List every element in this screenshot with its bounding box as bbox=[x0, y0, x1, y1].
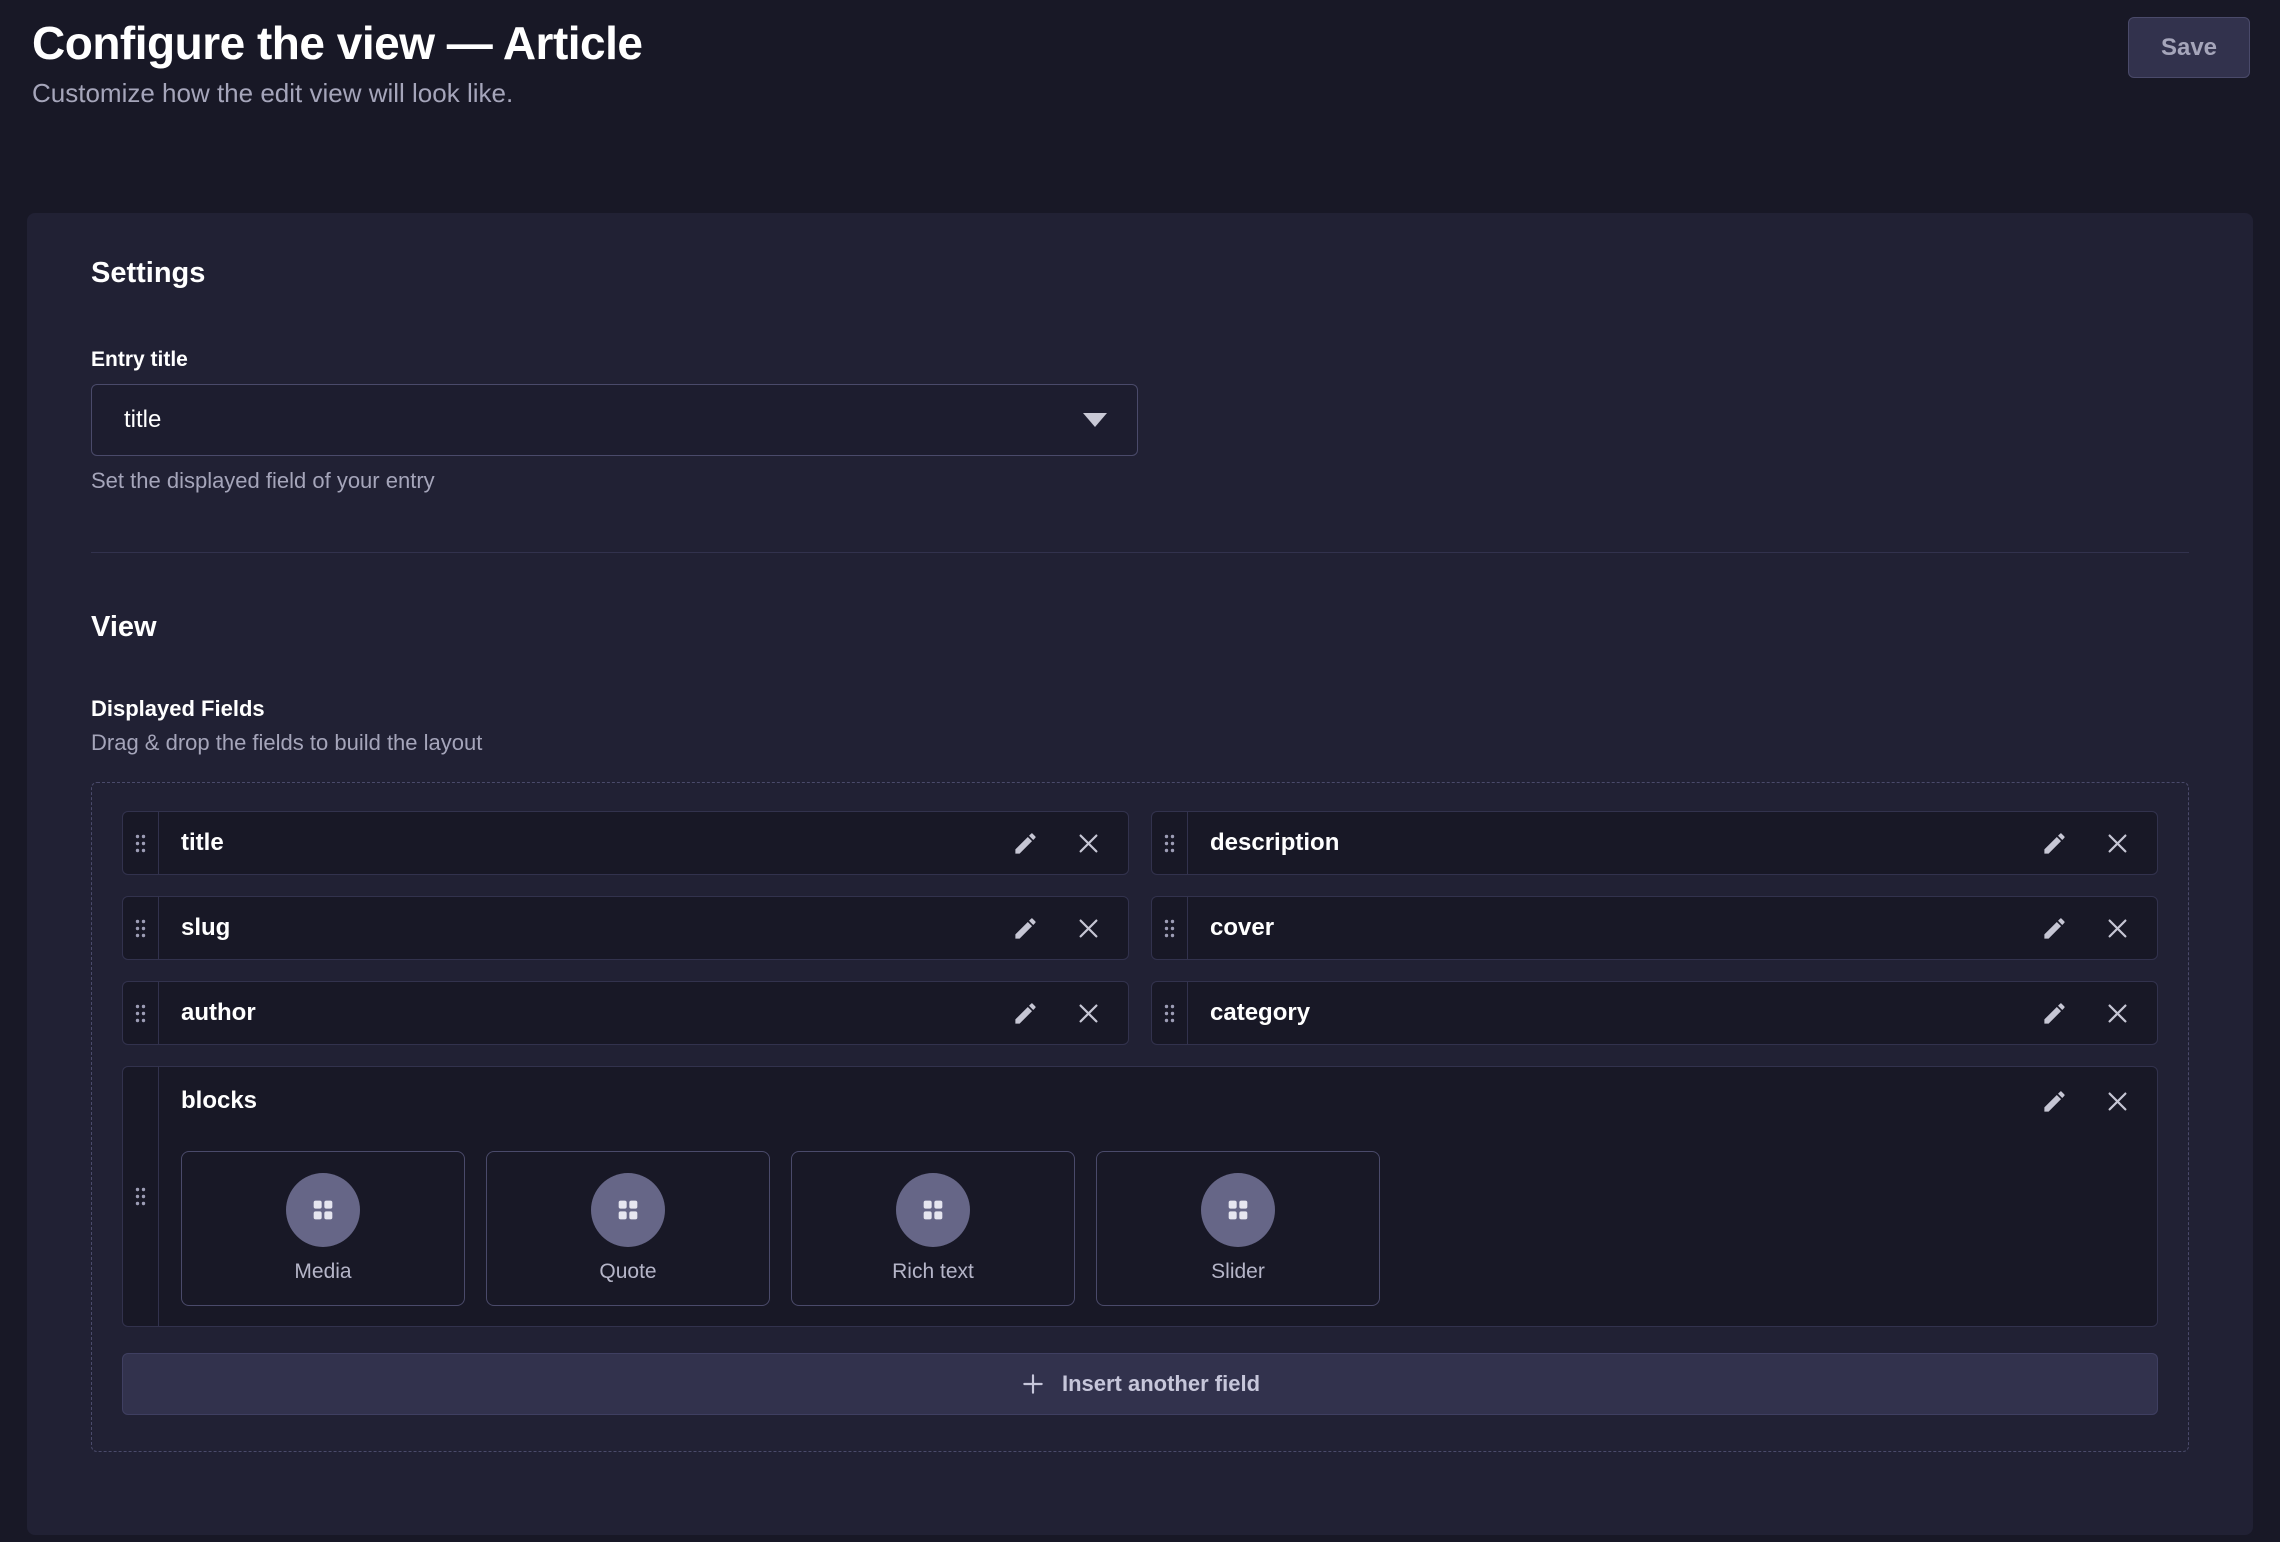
close-x-icon bbox=[1075, 915, 1102, 942]
component-circle bbox=[591, 1173, 665, 1247]
pencil-icon bbox=[2041, 1088, 2068, 1115]
drag-handle[interactable] bbox=[123, 812, 159, 874]
pencil-icon bbox=[1012, 830, 1039, 857]
insert-another-field-label: Insert another field bbox=[1062, 1371, 1260, 1397]
component-tile-slider: Slider bbox=[1096, 1151, 1380, 1306]
edit-field-button[interactable] bbox=[1012, 915, 1039, 942]
edit-field-button[interactable] bbox=[2041, 1000, 2068, 1027]
close-x-icon bbox=[1075, 830, 1102, 857]
blocks-header: blocks bbox=[181, 1087, 2131, 1115]
insert-another-field-button[interactable]: Insert another field bbox=[122, 1353, 2158, 1415]
drag-dots-icon bbox=[1163, 918, 1176, 939]
remove-field-button[interactable] bbox=[1075, 915, 1102, 942]
field-label: blocks bbox=[181, 1087, 2041, 1115]
pencil-icon bbox=[2041, 915, 2068, 942]
entry-title-select-value: title bbox=[124, 406, 1083, 434]
close-x-icon bbox=[1075, 1000, 1102, 1027]
close-x-icon bbox=[2104, 915, 2131, 942]
field-label: author bbox=[159, 999, 1012, 1027]
edit-field-button[interactable] bbox=[1012, 1000, 1039, 1027]
remove-field-button[interactable] bbox=[2104, 1000, 2131, 1027]
field-label: cover bbox=[1188, 914, 2041, 942]
displayed-fields-header: Displayed Fields Drag & drop the fields … bbox=[91, 696, 2189, 756]
field-label: category bbox=[1188, 999, 2041, 1027]
remove-field-button[interactable] bbox=[2104, 1088, 2131, 1115]
component-label: Media bbox=[294, 1260, 351, 1284]
drag-dots-icon bbox=[134, 1186, 147, 1207]
pencil-icon bbox=[1012, 915, 1039, 942]
component-tile-rich-text: Rich text bbox=[791, 1151, 1075, 1306]
displayed-fields-hint: Drag & drop the fields to build the layo… bbox=[91, 730, 2189, 756]
component-circle bbox=[286, 1173, 360, 1247]
component-circle bbox=[1201, 1173, 1275, 1247]
component-label: Quote bbox=[599, 1260, 656, 1284]
drag-handle[interactable] bbox=[1152, 812, 1188, 874]
close-x-icon bbox=[2104, 1088, 2131, 1115]
entry-title-group: Entry title title Set the displayed fiel… bbox=[91, 348, 2189, 494]
drag-handle[interactable] bbox=[123, 1067, 159, 1326]
pencil-icon bbox=[2041, 830, 2068, 857]
component-tile-quote: Quote bbox=[486, 1151, 770, 1306]
edit-field-button[interactable] bbox=[1012, 830, 1039, 857]
page-header: Configure the view — Article Customize h… bbox=[0, 0, 2280, 109]
component-label: Rich text bbox=[892, 1260, 974, 1284]
grid-icon bbox=[307, 1194, 339, 1226]
grid-icon bbox=[612, 1194, 644, 1226]
drag-dots-icon bbox=[134, 1003, 147, 1024]
drag-dots-icon bbox=[134, 918, 147, 939]
view-section-title: View bbox=[91, 611, 2189, 644]
remove-field-button[interactable] bbox=[2104, 915, 2131, 942]
field-card-description: description bbox=[1151, 811, 2158, 875]
displayed-fields-title: Displayed Fields bbox=[91, 696, 2189, 722]
edit-field-button[interactable] bbox=[2041, 830, 2068, 857]
pencil-icon bbox=[2041, 1000, 2068, 1027]
fields-drop-zone: title bbox=[91, 782, 2189, 1452]
drag-handle[interactable] bbox=[123, 897, 159, 959]
remove-field-button[interactable] bbox=[1075, 1000, 1102, 1027]
drag-handle[interactable] bbox=[1152, 897, 1188, 959]
entry-title-hint: Set the displayed field of your entry bbox=[91, 468, 2189, 494]
field-label: description bbox=[1188, 829, 2041, 857]
field-label: title bbox=[159, 829, 1012, 857]
field-label: slug bbox=[159, 914, 1012, 942]
blocks-body: blocks bbox=[159, 1067, 2157, 1326]
close-x-icon bbox=[2104, 1000, 2131, 1027]
section-divider bbox=[91, 552, 2189, 553]
grid-icon bbox=[1222, 1194, 1254, 1226]
remove-field-button[interactable] bbox=[1075, 830, 1102, 857]
field-card-blocks: blocks bbox=[122, 1066, 2158, 1327]
edit-field-button[interactable] bbox=[2041, 1088, 2068, 1115]
component-label: Slider bbox=[1211, 1260, 1265, 1284]
entry-title-label: Entry title bbox=[91, 348, 2189, 372]
close-x-icon bbox=[2104, 830, 2131, 857]
remove-field-button[interactable] bbox=[2104, 830, 2131, 857]
field-card-slug: slug bbox=[122, 896, 1129, 960]
drag-dots-icon bbox=[1163, 833, 1176, 854]
component-circle bbox=[896, 1173, 970, 1247]
drag-handle[interactable] bbox=[1152, 982, 1188, 1044]
component-tiles: Media Quote bbox=[181, 1151, 2131, 1306]
plus-icon bbox=[1020, 1371, 1046, 1397]
fields-grid: title bbox=[122, 811, 2158, 1045]
field-card-cover: cover bbox=[1151, 896, 2158, 960]
drag-dots-icon bbox=[1163, 1003, 1176, 1024]
grid-icon bbox=[917, 1194, 949, 1226]
page-title: Configure the view — Article bbox=[32, 14, 2250, 72]
configure-view-panel: Settings Entry title title Set the displ… bbox=[27, 213, 2253, 1535]
drag-handle[interactable] bbox=[123, 982, 159, 1044]
field-card-category: category bbox=[1151, 981, 2158, 1045]
component-tile-media: Media bbox=[181, 1151, 465, 1306]
drag-dots-icon bbox=[134, 833, 147, 854]
pencil-icon bbox=[1012, 1000, 1039, 1027]
save-button[interactable]: Save bbox=[2128, 17, 2250, 78]
edit-field-button[interactable] bbox=[2041, 915, 2068, 942]
page-subtitle: Customize how the edit view will look li… bbox=[32, 78, 2250, 109]
entry-title-select[interactable]: title bbox=[91, 384, 1138, 456]
settings-section-title: Settings bbox=[91, 257, 2189, 290]
field-card-title: title bbox=[122, 811, 1129, 875]
chevron-down-icon bbox=[1083, 413, 1107, 427]
field-card-author: author bbox=[122, 981, 1129, 1045]
